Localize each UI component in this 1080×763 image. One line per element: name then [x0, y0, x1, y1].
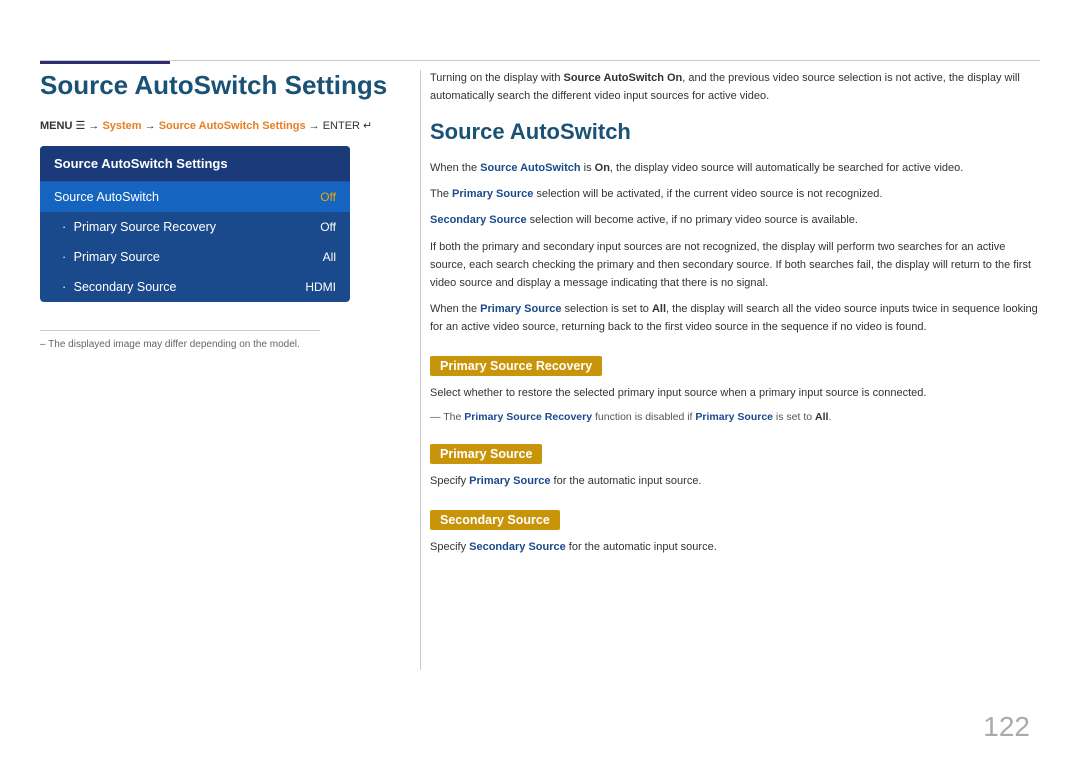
right-column: Turning on the display with Source AutoS…	[430, 70, 1040, 564]
menu-box-title: Source AutoSwitch Settings	[40, 146, 350, 182]
menu-breadcrumb: MENU ☰ → System → Source AutoSwitch Sett…	[40, 119, 400, 132]
settings-menu-box: Source AutoSwitch Settings Source AutoSw…	[40, 146, 350, 302]
top-border-line	[40, 60, 1040, 61]
primary-recovery-heading: Primary Source Recovery	[430, 356, 602, 376]
primary-recovery-body: Select whether to restore the selected p…	[430, 384, 1040, 402]
primary-recovery-note: — The Primary Source Recovery function i…	[430, 410, 1040, 426]
primary-source-body: Specify Primary Source for the automatic…	[430, 472, 1040, 490]
para-5: When the Primary Source selection is set…	[430, 300, 1040, 336]
menu-item-secondary-source-label: · Secondary Source	[62, 280, 176, 294]
para-2: The Primary Source selection will be act…	[430, 185, 1040, 203]
menu-item-primary-recovery[interactable]: · Primary Source Recovery Off	[40, 212, 350, 242]
menu-item-primary-source[interactable]: · Primary Source All	[40, 242, 350, 272]
para-4: If both the primary and secondary input …	[430, 238, 1040, 292]
para-1: When the Source AutoSwitch is On, the di…	[430, 159, 1040, 177]
page-title: Source AutoSwitch Settings	[40, 70, 400, 101]
menu-item-primary-recovery-value: Off	[320, 220, 336, 234]
menu-item-primary-source-value: All	[323, 250, 336, 264]
menu-item-secondary-source-value: HDMI	[305, 280, 336, 294]
left-column: Source AutoSwitch Settings MENU ☰ → Syst…	[40, 70, 400, 350]
menu-item-autoswitch-value: Off	[320, 190, 336, 204]
menu-icon: ☰	[75, 120, 88, 132]
system-link: System	[102, 120, 141, 132]
menu-item-secondary-source[interactable]: · Secondary Source HDMI	[40, 272, 350, 302]
disclaimer-text: – The displayed image may differ dependi…	[40, 330, 320, 350]
menu-item-autoswitch[interactable]: Source AutoSwitch Off	[40, 182, 350, 212]
secondary-source-body: Specify Secondary Source for the automat…	[430, 538, 1040, 556]
column-divider	[420, 70, 421, 670]
para-3: Secondary Source selection will become a…	[430, 211, 1040, 229]
section-autoswitch-title: Source AutoSwitch	[430, 119, 1040, 145]
menu-item-primary-source-label: · Primary Source	[62, 250, 160, 264]
autoswitch-link: Source AutoSwitch Settings	[159, 120, 306, 132]
intro-paragraph: Turning on the display with Source AutoS…	[430, 70, 1040, 105]
menu-label: MENU	[40, 120, 72, 132]
menu-item-autoswitch-label: Source AutoSwitch	[54, 190, 159, 204]
page-number: 122	[983, 711, 1030, 743]
primary-source-heading: Primary Source	[430, 444, 542, 464]
section-secondary-source: Secondary Source Specify Secondary Sourc…	[430, 498, 1040, 556]
menu-item-primary-recovery-label: · Primary Source Recovery	[62, 220, 216, 234]
section-primary-source: Primary Source Specify Primary Source fo…	[430, 432, 1040, 490]
secondary-source-heading: Secondary Source	[430, 510, 560, 530]
section-primary-recovery: Primary Source Recovery Select whether t…	[430, 344, 1040, 426]
